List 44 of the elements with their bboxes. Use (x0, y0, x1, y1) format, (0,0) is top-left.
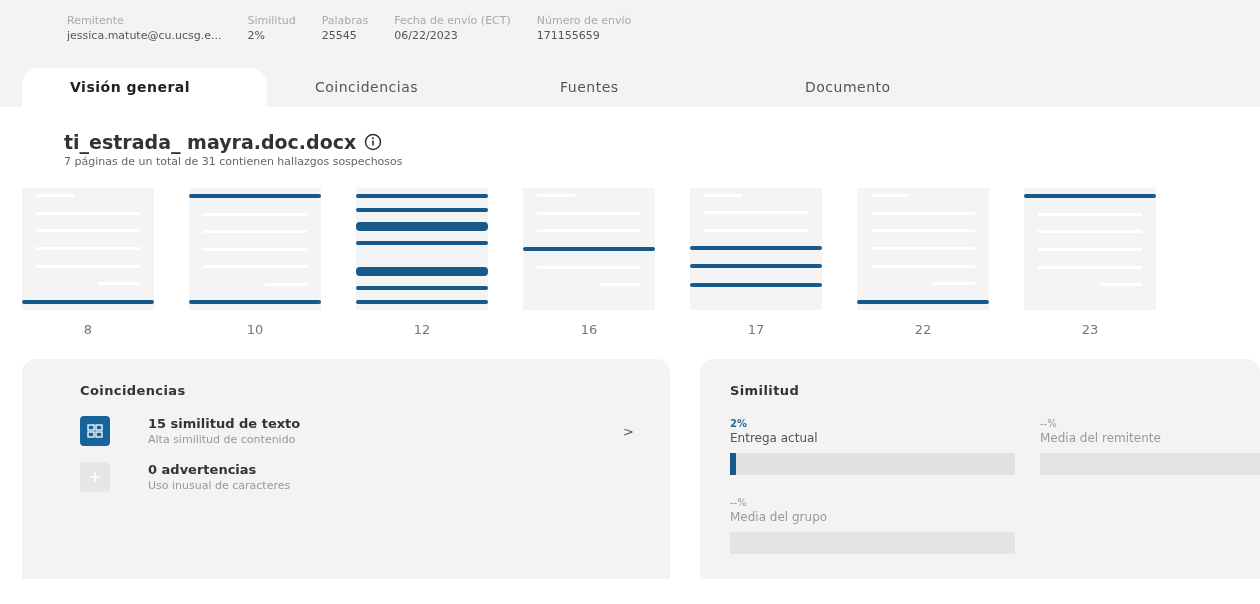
page-number: 22 (914, 322, 932, 337)
meta-value: 06/22/2023 (394, 29, 459, 42)
meta-value: 2% (247, 29, 266, 42)
item-subtitle: Uso inusual de caracteres (148, 479, 291, 492)
document-subtitle: 7 páginas de un total de 31 contienen hallazgos sospechosos (64, 155, 404, 168)
page-thumbnail[interactable] (22, 188, 154, 310)
metric-value: 2% (730, 418, 748, 429)
metric-label: Entrega actual (730, 431, 819, 445)
page-thumbnail[interactable] (356, 188, 488, 310)
page-number: 12 (413, 322, 431, 337)
page-thumbnail[interactable] (857, 188, 989, 310)
meta-label: Remitente (67, 14, 125, 27)
meta-label: Similitud (247, 14, 296, 27)
meta-label: Fecha de envío (ECT) (394, 14, 511, 27)
metric-value: --% (730, 497, 748, 508)
meta-label: Número de envío (536, 14, 632, 27)
page-number: 8 (83, 322, 93, 337)
meta-value: 25545 (321, 29, 358, 42)
metric-label: Media del remitente (1040, 431, 1162, 445)
tab[interactable]: Visión general (22, 68, 267, 107)
page-number: 17 (747, 322, 765, 337)
item-title: 0 advertencias (148, 462, 258, 477)
document-title: ti_estrada_ mayra.doc.docx (64, 131, 357, 153)
tab[interactable]: Coincidencias (267, 68, 512, 107)
card-title: Similitud (730, 383, 801, 398)
tab[interactable]: Fuentes (512, 68, 757, 107)
page-thumbnail[interactable] (1024, 188, 1156, 310)
page-number: 16 (580, 322, 598, 337)
info-icon[interactable] (364, 133, 383, 151)
card-title: Coincidencias (80, 383, 187, 398)
page-number: 10 (246, 322, 264, 337)
meta-value: 171155659 (536, 29, 601, 42)
meta-label: Palabras (321, 14, 369, 27)
meta-value: jessica.matute@cu.ucsg.e... (67, 29, 222, 42)
metric-label: Media del grupo (730, 510, 829, 524)
page-thumbnail[interactable] (189, 188, 321, 310)
metric-value: --% (1040, 418, 1058, 429)
page-thumbnail[interactable] (523, 188, 655, 310)
page-thumbnail[interactable] (690, 188, 822, 310)
item-title: 15 similitud de texto (148, 416, 301, 431)
page-number: 23 (1081, 322, 1099, 337)
item-subtitle: Alta similitud de contenido (148, 433, 297, 446)
tab[interactable]: Documento (757, 68, 1002, 107)
chevron-icon[interactable]: > (623, 423, 634, 439)
